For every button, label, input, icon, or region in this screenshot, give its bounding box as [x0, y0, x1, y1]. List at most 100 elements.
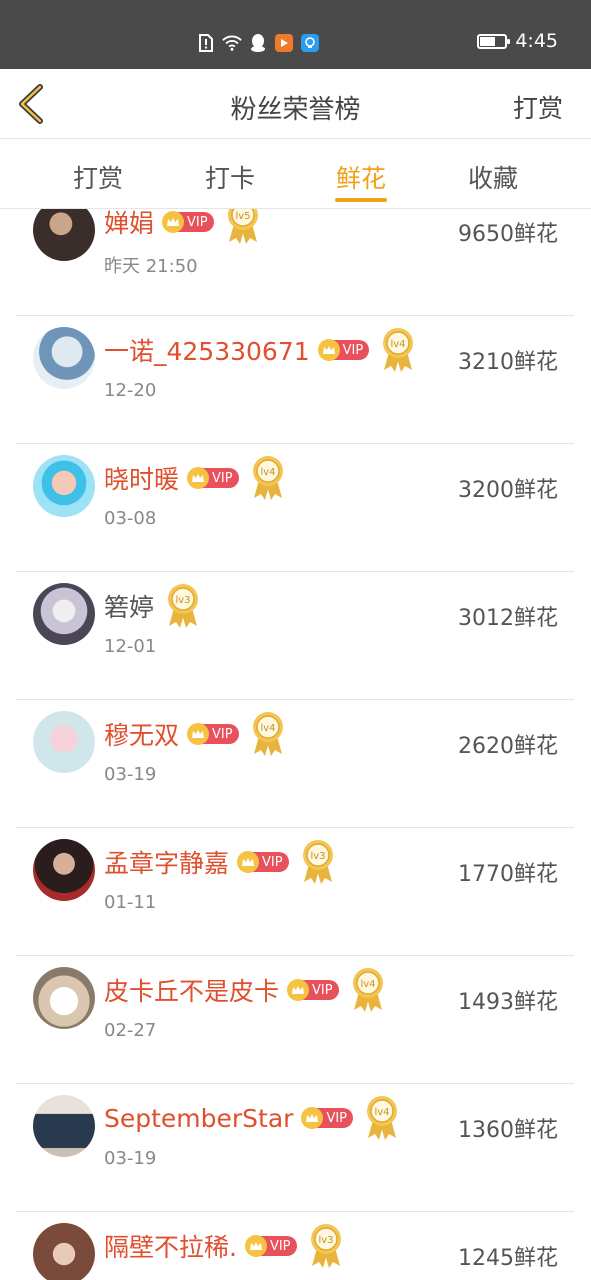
- tab-flowers[interactable]: 鲜花: [311, 159, 411, 195]
- name-line: SeptemberStar VIP lv4: [104, 1094, 401, 1142]
- flower-count: 3200鲜花: [458, 478, 558, 503]
- crown-icon: [187, 467, 210, 489]
- name-line: 穆无双 VIP lv4: [104, 710, 287, 758]
- user-name: 晓时暖: [104, 465, 180, 494]
- tab-collection[interactable]: 收藏: [443, 159, 543, 195]
- vip-badge: VIP: [244, 1235, 297, 1257]
- status-right: 4:45: [477, 30, 558, 52]
- wifi-icon: [222, 33, 242, 53]
- date-text: 昨天 21:50: [104, 256, 198, 277]
- avatar: [33, 209, 95, 261]
- status-bar: 4:45: [0, 0, 591, 69]
- vip-badge: VIP: [162, 211, 214, 233]
- name-line: 一诺_425330671 VIP lv4: [104, 326, 417, 374]
- list-item[interactable]: 穆无双 VIP lv4 03-19 2620鲜花: [16, 700, 574, 828]
- vip-label: VIP: [262, 854, 283, 870]
- crown-icon: [244, 1235, 267, 1257]
- level-label: lv3: [175, 595, 190, 606]
- list-item[interactable]: 晓时暖 VIP lv4 03-08 3200鲜花: [16, 444, 574, 572]
- flower-count: 3210鲜花: [458, 350, 558, 375]
- reward-button[interactable]: 打赏: [513, 89, 563, 125]
- vip-badge: VIP: [237, 851, 289, 873]
- vip-badge: VIP: [187, 723, 239, 745]
- name-line: 晓时暖 VIP lv4: [104, 454, 287, 502]
- flower-count: 9650鲜花: [458, 222, 558, 247]
- list-item[interactable]: 箬婷 lv3 12-01 3012鲜花: [16, 572, 574, 700]
- avatar: [33, 839, 95, 901]
- avatar: [33, 1223, 95, 1280]
- list-item[interactable]: 一诺_425330671 VIP lv4 12-20 3210鲜花: [16, 316, 574, 444]
- name-line: 皮卡丘不是皮卡 VIP lv4: [104, 966, 387, 1014]
- vip-label: VIP: [212, 470, 233, 486]
- level-label: lv5: [235, 211, 250, 222]
- level-label: lv4: [391, 339, 406, 350]
- level-medal-icon: lv4: [383, 328, 414, 372]
- status-icons: [196, 33, 320, 53]
- crown-icon: [287, 979, 310, 1001]
- clock: 4:45: [515, 30, 558, 52]
- user-name: 隔壁不拉稀.: [104, 1233, 237, 1262]
- vip-label: VIP: [269, 1238, 291, 1254]
- flower-count: 3012鲜花: [458, 606, 558, 631]
- level-medal-icon: lv3: [302, 840, 333, 884]
- date-text: 02-27: [104, 1020, 157, 1041]
- fan-ranking-list: 婵娟 VIP lv5 昨天 21:50 9650鲜花 一诺_425330671 …: [0, 209, 591, 1280]
- sim-alert-icon: [196, 33, 216, 53]
- vip-badge: VIP: [187, 467, 239, 489]
- level-medal-icon: lv3: [168, 584, 199, 628]
- level-label: lv4: [360, 979, 375, 990]
- crown-icon: [237, 851, 260, 873]
- list-item[interactable]: SeptemberStar VIP lv4 03-19 1360鲜花: [16, 1084, 574, 1212]
- avatar: [33, 583, 95, 645]
- list-item[interactable]: 皮卡丘不是皮卡 VIP lv4 02-27 1493鲜花: [16, 956, 574, 1084]
- avatar: [33, 1095, 95, 1157]
- avatar: [33, 967, 95, 1029]
- vip-label: VIP: [326, 1110, 348, 1126]
- ranking-tabs: 打赏 打卡 鲜花 收藏: [0, 139, 591, 209]
- name-line: 婵娟 VIP lv5: [104, 209, 262, 246]
- level-medal-icon: lv4: [352, 968, 383, 1012]
- user-name: 孟章字静嘉: [104, 849, 230, 878]
- vip-badge: VIP: [301, 1107, 354, 1129]
- user-name: SeptemberStar: [104, 1103, 294, 1133]
- vip-label: VIP: [312, 982, 333, 998]
- notification-app-icon: [300, 33, 320, 53]
- user-name: 一诺_425330671: [104, 337, 310, 366]
- flower-count: 1360鲜花: [458, 1118, 558, 1143]
- level-medal-icon: lv3: [310, 1224, 341, 1268]
- active-tab-indicator: [335, 198, 387, 202]
- level-label: lv4: [375, 1107, 390, 1118]
- vip-label: VIP: [187, 214, 208, 230]
- list-item[interactable]: 婵娟 VIP lv5 昨天 21:50 9650鲜花: [16, 209, 574, 316]
- level-medal-icon: lv4: [252, 456, 283, 500]
- flower-count: 2620鲜花: [458, 734, 558, 759]
- level-label: lv3: [310, 851, 325, 862]
- flower-count: 1770鲜花: [458, 862, 558, 887]
- vip-label: VIP: [342, 342, 364, 358]
- date-text: 01-11: [104, 892, 157, 913]
- tab-checkin[interactable]: 打卡: [180, 159, 280, 195]
- date-text: 12-01: [104, 636, 157, 657]
- vip-label: VIP: [212, 726, 233, 742]
- name-line: 孟章字静嘉 VIP lv3: [104, 838, 337, 886]
- name-line: 隔壁不拉稀. VIP lv3: [104, 1222, 345, 1270]
- user-name: 婵娟: [104, 209, 155, 238]
- crown-icon: [187, 723, 210, 745]
- level-medal-icon: lv4: [367, 1096, 398, 1140]
- user-name: 箬婷: [104, 593, 155, 622]
- level-medal-icon: lv5: [227, 209, 258, 244]
- battery-icon: [477, 33, 511, 49]
- list-item[interactable]: 隔壁不拉稀. VIP lv3 1245鲜花: [16, 1212, 574, 1280]
- flower-count: 1493鲜花: [458, 990, 558, 1015]
- list-item[interactable]: 孟章字静嘉 VIP lv3 01-11 1770鲜花: [16, 828, 574, 956]
- vip-badge: VIP: [317, 339, 370, 361]
- name-line: 箬婷 lv3: [104, 582, 202, 630]
- tab-reward[interactable]: 打赏: [48, 159, 148, 195]
- avatar: [33, 455, 95, 517]
- date-text: 03-19: [104, 1148, 157, 1169]
- level-label: lv4: [260, 723, 275, 734]
- top-navigation-bar: 粉丝荣誉榜 打赏: [0, 69, 591, 139]
- level-medal-icon: lv4: [252, 712, 283, 756]
- date-text: 03-08: [104, 508, 157, 529]
- video-app-icon: [274, 33, 294, 53]
